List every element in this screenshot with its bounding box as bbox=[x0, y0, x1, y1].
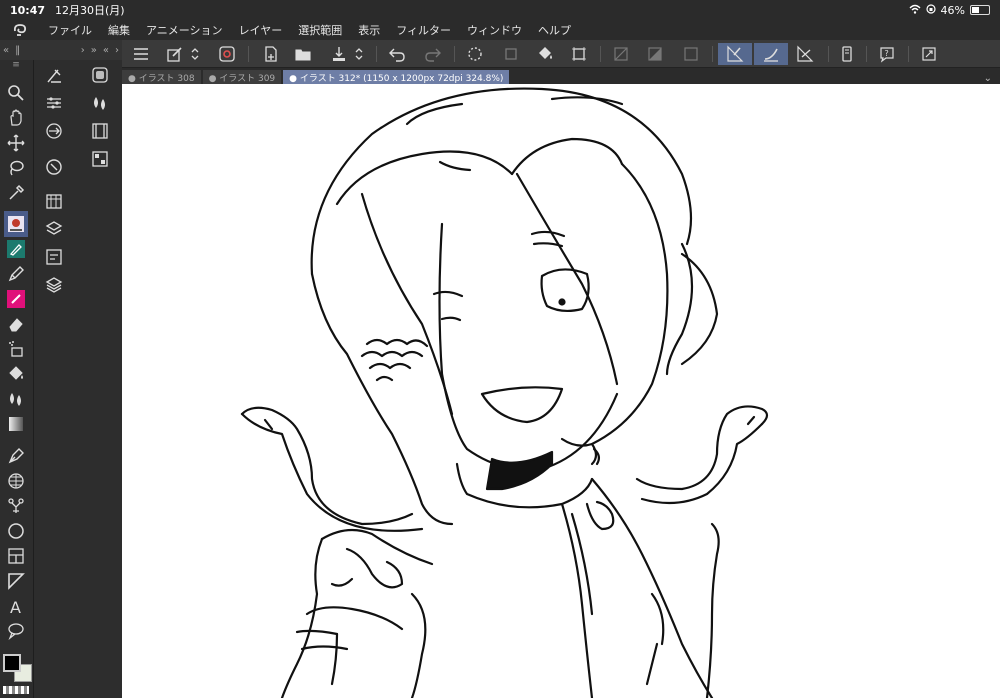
ellipse-icon[interactable] bbox=[4, 520, 28, 542]
expand-left-icon[interactable]: › bbox=[81, 45, 85, 56]
stepper-icon[interactable] bbox=[188, 43, 202, 65]
transform-icon[interactable] bbox=[498, 43, 524, 65]
loading-spinner-icon[interactable] bbox=[462, 43, 488, 65]
gradient-icon[interactable] bbox=[4, 413, 28, 435]
menu-help[interactable]: ヘルプ bbox=[530, 22, 579, 38]
main-color-chip[interactable] bbox=[3, 654, 21, 672]
svg-text:?: ? bbox=[885, 49, 889, 58]
pencil-icon[interactable] bbox=[4, 263, 28, 285]
tone-icon[interactable] bbox=[642, 43, 668, 65]
tool-property-icon[interactable] bbox=[42, 65, 66, 87]
frame-icon[interactable] bbox=[4, 470, 28, 492]
search-layer-icon[interactable] bbox=[42, 156, 66, 178]
clear-icon[interactable] bbox=[608, 43, 634, 65]
menu-selection[interactable]: 選択範囲 bbox=[290, 22, 350, 38]
menu-filter[interactable]: フィルター bbox=[388, 22, 459, 38]
color-history-icon[interactable] bbox=[88, 148, 112, 170]
eyedropper-icon[interactable] bbox=[4, 182, 28, 204]
app-logo-icon[interactable] bbox=[0, 23, 40, 37]
line-icon[interactable] bbox=[4, 570, 28, 592]
brush-size-icon[interactable] bbox=[42, 92, 66, 114]
snap-grid-icon[interactable] bbox=[792, 43, 818, 65]
status-time: 10:47 bbox=[10, 3, 46, 17]
blend-icon[interactable] bbox=[4, 388, 28, 410]
menu-window[interactable]: ウィンドウ bbox=[459, 22, 530, 38]
menu-file[interactable]: ファイル bbox=[40, 22, 100, 38]
sub-tool-column bbox=[38, 60, 74, 698]
menu-edit[interactable]: 編集 bbox=[100, 22, 138, 38]
fullscreen-icon[interactable] bbox=[916, 43, 942, 65]
menu-bar: ファイル 編集 アニメーション レイヤー 選択範囲 表示 フィルター ウィンドウ… bbox=[0, 20, 1000, 40]
orientation-lock-icon bbox=[925, 3, 936, 17]
menu-animation[interactable]: アニメーション bbox=[138, 22, 231, 38]
pen-icon[interactable] bbox=[4, 238, 28, 260]
command-bar: ? bbox=[122, 40, 1000, 68]
tab-bar: ● イラスト 308 ● イラスト 309 ● イラスト 312* (1150 … bbox=[122, 68, 1000, 84]
select-transform-icon[interactable] bbox=[566, 43, 592, 65]
color-wheel-icon[interactable] bbox=[88, 64, 112, 86]
airbrush-icon[interactable] bbox=[4, 338, 28, 360]
menu-icon[interactable] bbox=[128, 43, 154, 65]
text-icon[interactable]: A bbox=[4, 595, 28, 617]
square-icon[interactable] bbox=[678, 43, 704, 65]
status-date: 12月30日(月) bbox=[55, 4, 125, 17]
collapse-left-icon[interactable]: « bbox=[3, 45, 9, 56]
expand-right-icon[interactable]: » bbox=[91, 45, 97, 56]
fill-icon[interactable] bbox=[4, 363, 28, 385]
layer-icon[interactable] bbox=[42, 274, 66, 296]
tool-palette: ≡ A bbox=[0, 60, 34, 698]
snap-special-ruler-icon[interactable] bbox=[754, 43, 788, 65]
stabilizer-icon[interactable] bbox=[214, 43, 240, 65]
status-bar: 10:47 12月30日(月) 46% bbox=[0, 0, 1000, 20]
redo-icon[interactable] bbox=[420, 43, 446, 65]
save-icon[interactable] bbox=[326, 43, 352, 65]
tab-illust-308[interactable]: ● イラスト 308 bbox=[122, 70, 201, 84]
balloon-icon[interactable] bbox=[4, 620, 28, 642]
snap-ruler-icon[interactable] bbox=[718, 43, 752, 65]
save-stepper-icon[interactable] bbox=[352, 43, 366, 65]
navigator-icon[interactable] bbox=[42, 120, 66, 142]
layer-property-icon[interactable] bbox=[42, 218, 66, 240]
battery-percent: 46% bbox=[940, 3, 965, 17]
wifi-icon bbox=[909, 4, 921, 17]
chevron-right-icon[interactable]: › bbox=[115, 45, 119, 56]
tab-illust-312[interactable]: ● イラスト 312* (1150 x 1200px 72dpi 324.8%) bbox=[283, 70, 510, 84]
grip-icon[interactable]: ‖ bbox=[15, 45, 20, 56]
chevron-down-icon[interactable]: ⌄ bbox=[984, 73, 992, 84]
collapse-right-icon[interactable]: « bbox=[103, 45, 109, 56]
line-art-illustration bbox=[240, 87, 769, 698]
drawing-canvas[interactable] bbox=[122, 84, 1000, 698]
zoom-icon[interactable] bbox=[4, 82, 28, 104]
fill-command-icon[interactable] bbox=[532, 43, 558, 65]
smartphone-icon[interactable] bbox=[834, 43, 860, 65]
menu-layer[interactable]: レイヤー bbox=[231, 22, 291, 38]
marker-icon[interactable] bbox=[4, 288, 28, 310]
panel-icon[interactable] bbox=[4, 545, 28, 567]
tab-illust-309[interactable]: ● イラスト 309 bbox=[202, 70, 282, 84]
ruler-icon[interactable] bbox=[4, 495, 28, 517]
eraser-icon[interactable] bbox=[4, 313, 28, 335]
open-folder-icon[interactable] bbox=[290, 43, 316, 65]
vector-pen-icon[interactable] bbox=[4, 445, 28, 467]
hand-icon[interactable] bbox=[4, 107, 28, 129]
undo-icon[interactable] bbox=[384, 43, 410, 65]
palette-header: « ‖ › » « › bbox=[0, 40, 122, 60]
new-file-icon[interactable] bbox=[258, 43, 284, 65]
lasso-icon[interactable] bbox=[4, 157, 28, 179]
material-icon[interactable] bbox=[42, 190, 66, 212]
transparent-color-chip[interactable] bbox=[3, 686, 29, 694]
sub-tool-column-2 bbox=[84, 60, 120, 260]
battery-fill bbox=[972, 7, 979, 13]
battery-icon bbox=[970, 5, 990, 15]
help-icon[interactable]: ? bbox=[874, 43, 900, 65]
history-icon[interactable] bbox=[42, 246, 66, 268]
menu-view[interactable]: 表示 bbox=[350, 22, 388, 38]
brush-preview-icon[interactable] bbox=[4, 211, 28, 237]
quick-access-icon[interactable] bbox=[162, 43, 188, 65]
move-icon[interactable] bbox=[4, 132, 28, 154]
color-set-icon[interactable] bbox=[88, 92, 112, 114]
animation-icon[interactable] bbox=[88, 120, 112, 142]
svg-text:A: A bbox=[10, 598, 21, 615]
tool-palette-menu-icon[interactable]: ≡ bbox=[4, 60, 28, 70]
